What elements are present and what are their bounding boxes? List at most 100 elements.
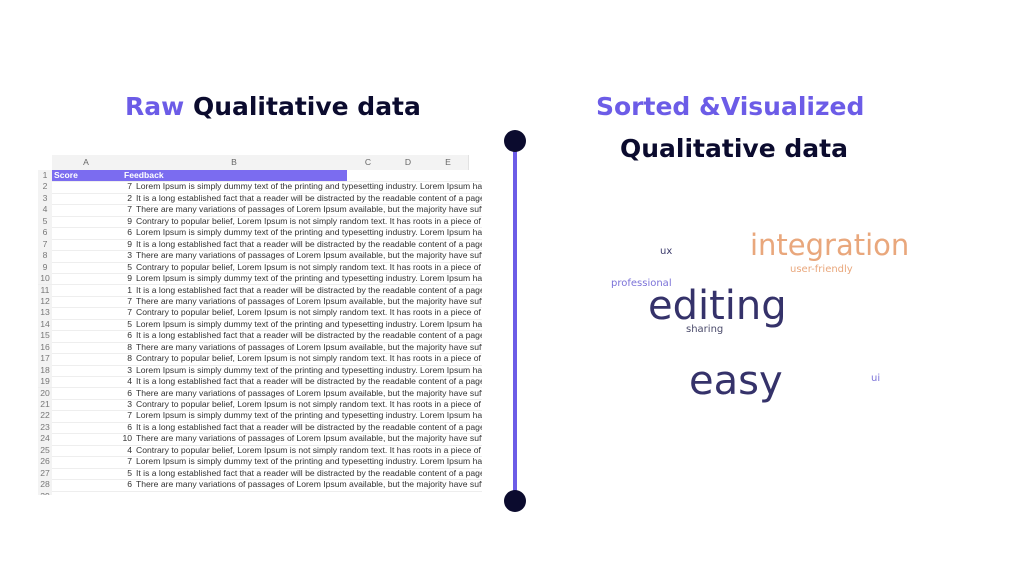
score-cell[interactable]: 9 <box>52 216 132 227</box>
row-number[interactable]: 27 <box>38 467 52 480</box>
feedback-cell[interactable]: Contrary to popular belief, Lorem Ipsum … <box>136 307 482 318</box>
score-cell[interactable]: 7 <box>52 296 132 307</box>
column-header[interactable]: C <box>348 155 389 170</box>
column-header[interactable]: D <box>388 155 429 170</box>
word-ux: ux <box>660 246 673 257</box>
score-cell[interactable]: 6 <box>52 388 132 399</box>
feedback-cell[interactable]: It is a long established fact that a rea… <box>136 376 482 387</box>
feedback-cell[interactable]: There are many variations of passages of… <box>136 433 482 444</box>
score-cell[interactable]: 3 <box>52 250 132 261</box>
feedback-cell[interactable]: It is a long established fact that a rea… <box>136 330 482 341</box>
header-row[interactable]: Score Feedback <box>52 170 347 182</box>
score-cell[interactable]: 6 <box>52 227 132 238</box>
feedback-cell[interactable]: It is a long established fact that a rea… <box>136 285 482 296</box>
row-number[interactable]: 20 <box>38 387 52 399</box>
feedback-cell[interactable]: Lorem Ipsum is simply dummy text of the … <box>136 410 482 421</box>
feedback-cell[interactable]: Lorem Ipsum is simply dummy text of the … <box>136 365 482 376</box>
feedback-cell[interactable]: It is a long established fact that a rea… <box>136 422 482 433</box>
score-cell[interactable]: 7 <box>52 307 132 318</box>
score-cell[interactable]: 6 <box>52 422 132 433</box>
feedback-cell[interactable]: There are many variations of passages of… <box>136 479 482 490</box>
table-row[interactable]: 29 <box>38 490 482 495</box>
column-header[interactable]: B <box>120 155 349 170</box>
row-number[interactable]: 1 <box>38 170 52 182</box>
feedback-cell[interactable]: There are many variations of passages of… <box>136 296 482 307</box>
word-ui: ui <box>871 373 881 384</box>
feedback-cell[interactable]: Contrary to popular belief, Lorem Ipsum … <box>136 262 482 273</box>
word-user-friendly: user-friendly <box>790 264 853 275</box>
row-number[interactable]: 12 <box>38 295 52 308</box>
score-cell[interactable]: 6 <box>52 330 132 341</box>
feedback-cell[interactable]: Lorem Ipsum is simply dummy text of the … <box>136 273 482 284</box>
row-number[interactable]: 3 <box>38 192 52 205</box>
row-number[interactable]: 9 <box>38 261 52 273</box>
row-number[interactable]: 6 <box>38 227 52 239</box>
score-cell[interactable]: 5 <box>52 468 132 479</box>
row-number[interactable]: 14 <box>38 318 52 331</box>
feedback-cell[interactable]: Lorem Ipsum is simply dummy text of the … <box>136 181 482 192</box>
row-number[interactable]: 13 <box>38 307 52 319</box>
score-cell[interactable]: 4 <box>52 376 132 387</box>
right-title-line1: Sorted &Visualized <box>596 92 865 121</box>
row-number[interactable]: 25 <box>38 444 52 457</box>
score-cell[interactable]: 8 <box>52 342 132 353</box>
row-number[interactable]: 10 <box>38 273 52 285</box>
row-number[interactable]: 11 <box>38 284 52 296</box>
score-cell[interactable]: 3 <box>52 365 132 376</box>
divider-line <box>513 141 517 501</box>
score-cell[interactable]: 5 <box>52 262 132 273</box>
feedback-cell[interactable]: There are many variations of passages of… <box>136 204 482 215</box>
feedback-cell[interactable]: There are many variations of passages of… <box>136 388 482 399</box>
feedback-cell[interactable]: It is a long established fact that a rea… <box>136 193 482 204</box>
score-cell[interactable]: 10 <box>52 433 132 444</box>
row-number[interactable]: 26 <box>38 456 52 468</box>
row-number[interactable]: 16 <box>38 341 52 354</box>
spreadsheet[interactable]: A B C D E 1 Score Feedback 2 7 Lorem Ipsum is simp… <box>38 155 482 495</box>
row-number[interactable]: 18 <box>38 364 52 377</box>
row-number[interactable]: 4 <box>38 204 52 216</box>
row-number[interactable]: 15 <box>38 330 52 342</box>
divider-top-dot <box>504 130 526 152</box>
feedback-cell[interactable]: There are many variations of passages of… <box>136 250 482 261</box>
feedback-cell[interactable]: Contrary to popular belief, Lorem Ipsum … <box>136 216 482 227</box>
row-number[interactable]: 8 <box>38 250 52 262</box>
score-cell[interactable]: 7 <box>52 410 132 421</box>
row-number[interactable]: 29 <box>38 490 52 495</box>
word-integration: integration <box>750 228 910 262</box>
score-cell[interactable]: 7 <box>52 181 132 192</box>
row-number[interactable]: 24 <box>38 433 52 445</box>
row-number[interactable]: 7 <box>38 238 52 251</box>
feedback-cell[interactable]: Contrary to popular belief, Lorem Ipsum … <box>136 399 482 410</box>
row-number[interactable]: 28 <box>38 479 52 491</box>
column-header[interactable]: E <box>428 155 469 170</box>
row-number[interactable]: 17 <box>38 353 52 365</box>
left-title: Raw Qualitative data <box>125 92 421 121</box>
row-number[interactable]: 23 <box>38 421 52 434</box>
row-number[interactable]: 5 <box>38 215 52 228</box>
feedback-cell[interactable]: Contrary to popular belief, Lorem Ipsum … <box>136 445 482 456</box>
score-cell[interactable]: 6 <box>52 479 132 490</box>
feedback-cell[interactable]: Lorem Ipsum is simply dummy text of the … <box>136 227 482 238</box>
row-number[interactable]: 19 <box>38 376 52 388</box>
score-cell[interactable]: 1 <box>52 285 132 296</box>
score-cell[interactable]: 3 <box>52 399 132 410</box>
score-cell[interactable]: 5 <box>52 319 132 330</box>
score-cell[interactable]: 7 <box>52 204 132 215</box>
score-cell[interactable]: 2 <box>52 193 132 204</box>
feedback-cell[interactable]: There are many variations of passages of… <box>136 342 482 353</box>
score-cell[interactable]: 9 <box>52 273 132 284</box>
row-number[interactable]: 22 <box>38 410 52 422</box>
score-cell[interactable]: 4 <box>52 445 132 456</box>
row-number[interactable]: 21 <box>38 399 52 411</box>
score-cell[interactable]: 8 <box>52 353 132 364</box>
feedback-cell[interactable]: Contrary to popular belief, Lorem Ipsum … <box>136 353 482 364</box>
column-header[interactable]: A <box>52 155 121 170</box>
feedback-cell[interactable]: It is a long established fact that a rea… <box>136 468 482 479</box>
feedback-cell[interactable]: Lorem Ipsum is simply dummy text of the … <box>136 456 482 467</box>
score-cell[interactable]: 7 <box>52 456 132 467</box>
score-cell[interactable]: 9 <box>52 239 132 250</box>
feedback-cell[interactable]: It is a long established fact that a rea… <box>136 239 482 250</box>
row-number[interactable]: 2 <box>38 181 52 193</box>
feedback-cell[interactable]: Lorem Ipsum is simply dummy text of the … <box>136 319 482 330</box>
feedback-header: Feedback <box>124 170 164 180</box>
